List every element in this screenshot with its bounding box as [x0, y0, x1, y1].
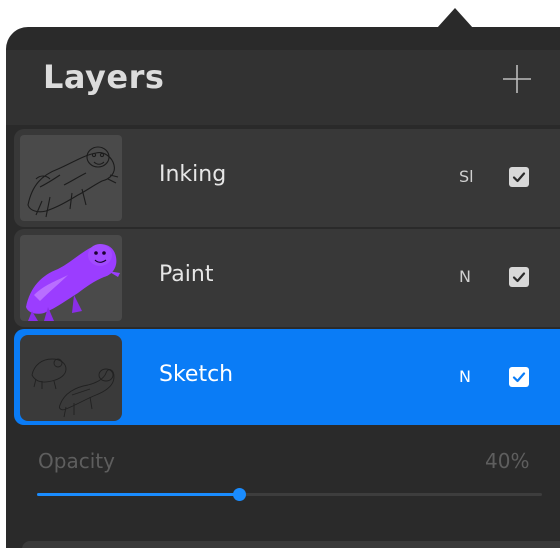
layer-name: Inking [159, 162, 227, 187]
layer-list: Inking Sl Paint N Sketch N [14, 129, 560, 427]
layers-popover-stage: Layers Inking Sl Paint N Sketch N Opacit… [0, 0, 560, 548]
opacity-value: 40% [485, 449, 530, 473]
blend-mode-button[interactable]: N [459, 267, 471, 286]
slider-fill [37, 493, 239, 496]
line-art-creature-icon [27, 146, 119, 218]
purple-creature-icon [26, 244, 120, 321]
checkmark-icon [512, 372, 526, 383]
layer-name: Paint [159, 262, 214, 287]
slider-knob[interactable] [233, 488, 246, 501]
blend-mode-button[interactable]: Sl [459, 167, 474, 186]
checkmark-icon [512, 272, 526, 283]
checkmark-icon [512, 172, 526, 183]
blend-mode-button[interactable]: N [459, 367, 471, 386]
layer-thumbnail-sketch[interactable] [20, 335, 122, 421]
layer-name: Sketch [159, 362, 234, 387]
opacity-slider[interactable] [37, 485, 542, 505]
sketch-creatures-icon [31, 358, 115, 418]
add-layer-button[interactable] [500, 62, 534, 96]
popover-pointer [437, 8, 473, 28]
layer-row-sketch[interactable]: Sketch N [14, 329, 560, 425]
layer-thumbnail-paint[interactable] [20, 235, 122, 321]
opacity-label: Opacity [38, 449, 115, 473]
layer-row-paint[interactable]: Paint N [14, 229, 560, 327]
plus-icon [503, 65, 531, 93]
visibility-checkbox[interactable] [509, 167, 529, 187]
layer-row-inking[interactable]: Inking Sl [14, 129, 560, 227]
visibility-checkbox[interactable] [509, 267, 529, 287]
visibility-checkbox[interactable] [509, 367, 529, 387]
layer-thumbnail-inking[interactable] [20, 135, 122, 221]
panel-title: Layers [43, 58, 165, 96]
next-section-edge [22, 541, 560, 548]
